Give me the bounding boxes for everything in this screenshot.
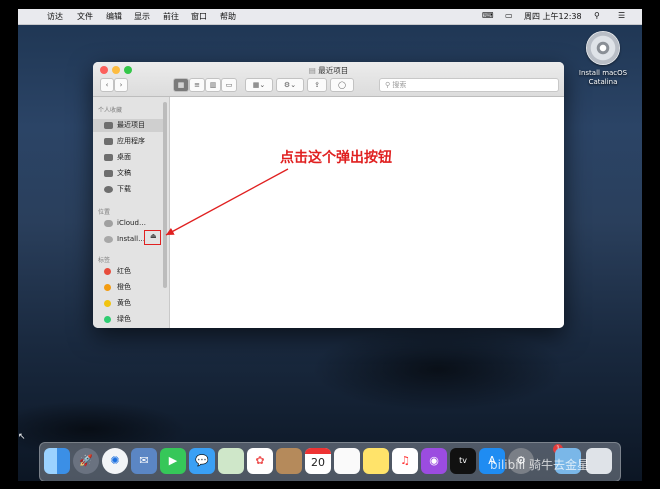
launchpad-dock-icon[interactable]: 🚀	[73, 448, 99, 474]
safari-dock-icon[interactable]: ✺	[102, 448, 128, 474]
facetime-dock-icon[interactable]: ▶	[160, 448, 186, 474]
mail-dock-icon[interactable]: ✉	[131, 448, 157, 474]
messages-dock-icon[interactable]: 💬	[189, 448, 215, 474]
podcasts-dock-icon[interactable]: ◉	[421, 448, 447, 474]
tv-dock-icon[interactable]: tv	[450, 448, 476, 474]
finder-dock-icon[interactable]	[44, 448, 70, 474]
watermark: bilibili 骑牛去金星	[490, 458, 590, 472]
contacts-dock-icon[interactable]	[276, 448, 302, 474]
desktop: 访达 文件 编辑 显示 前往 窗口 帮助 ⌨ ▭ 周四 上午12:38 ⚲ ☰ …	[18, 9, 642, 481]
mouse-cursor-icon: ↖	[18, 432, 26, 442]
reminders-dock-icon[interactable]	[334, 448, 360, 474]
maps-dock-icon[interactable]	[218, 448, 244, 474]
calendar-date: 20	[311, 456, 325, 469]
calendar-dock-icon[interactable]: 20	[305, 448, 331, 474]
notes-dock-icon[interactable]	[363, 448, 389, 474]
photos-dock-icon[interactable]: ✿	[247, 448, 273, 474]
trash-dock-icon[interactable]	[586, 448, 612, 474]
annotation-arrow	[165, 168, 289, 236]
music-dock-icon[interactable]: ♫	[392, 448, 418, 474]
